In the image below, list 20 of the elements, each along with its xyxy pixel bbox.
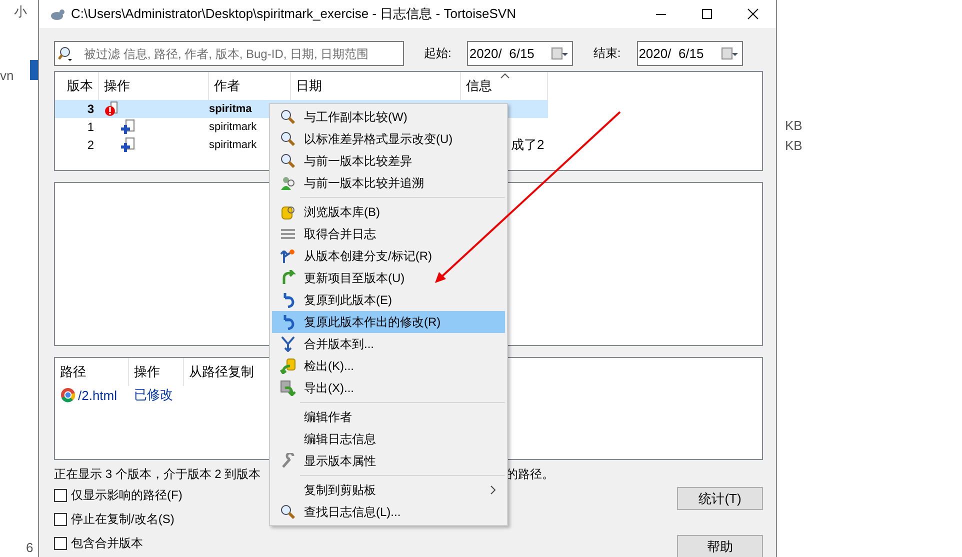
- revision-text: 3: [87, 102, 94, 116]
- background-text: 小: [14, 3, 27, 21]
- checkbox-label: 仅显示影响的路径(F): [71, 487, 182, 504]
- background-text: KB: [785, 138, 802, 153]
- author-text: spiritmark: [209, 121, 257, 133]
- checkbox-label: 包含合并版本: [71, 535, 143, 552]
- status-text: 正在显示 3 个版本，介于版本 2 到版本: [54, 466, 261, 483]
- revision-text: 2: [87, 138, 94, 152]
- background-text: vn: [0, 68, 14, 83]
- author-text: spiritma: [209, 103, 252, 115]
- background-text: KB: [785, 118, 802, 133]
- author-text: spiritmark: [209, 139, 257, 151]
- window-title: C:\Users\Administrator\Desktop\spiritmark_exercise - 日志信息 - TortoiseSVN: [71, 5, 517, 23]
- field-label: 起始:: [424, 45, 452, 62]
- action-text: 已修改: [134, 386, 173, 404]
- revision-text: 1: [87, 120, 94, 134]
- message-text: 成了2: [511, 136, 544, 154]
- field-label: 结束:: [593, 45, 621, 62]
- background-text: 6: [26, 540, 34, 555]
- checkbox-label: 停止在复制/改名(S): [71, 511, 174, 528]
